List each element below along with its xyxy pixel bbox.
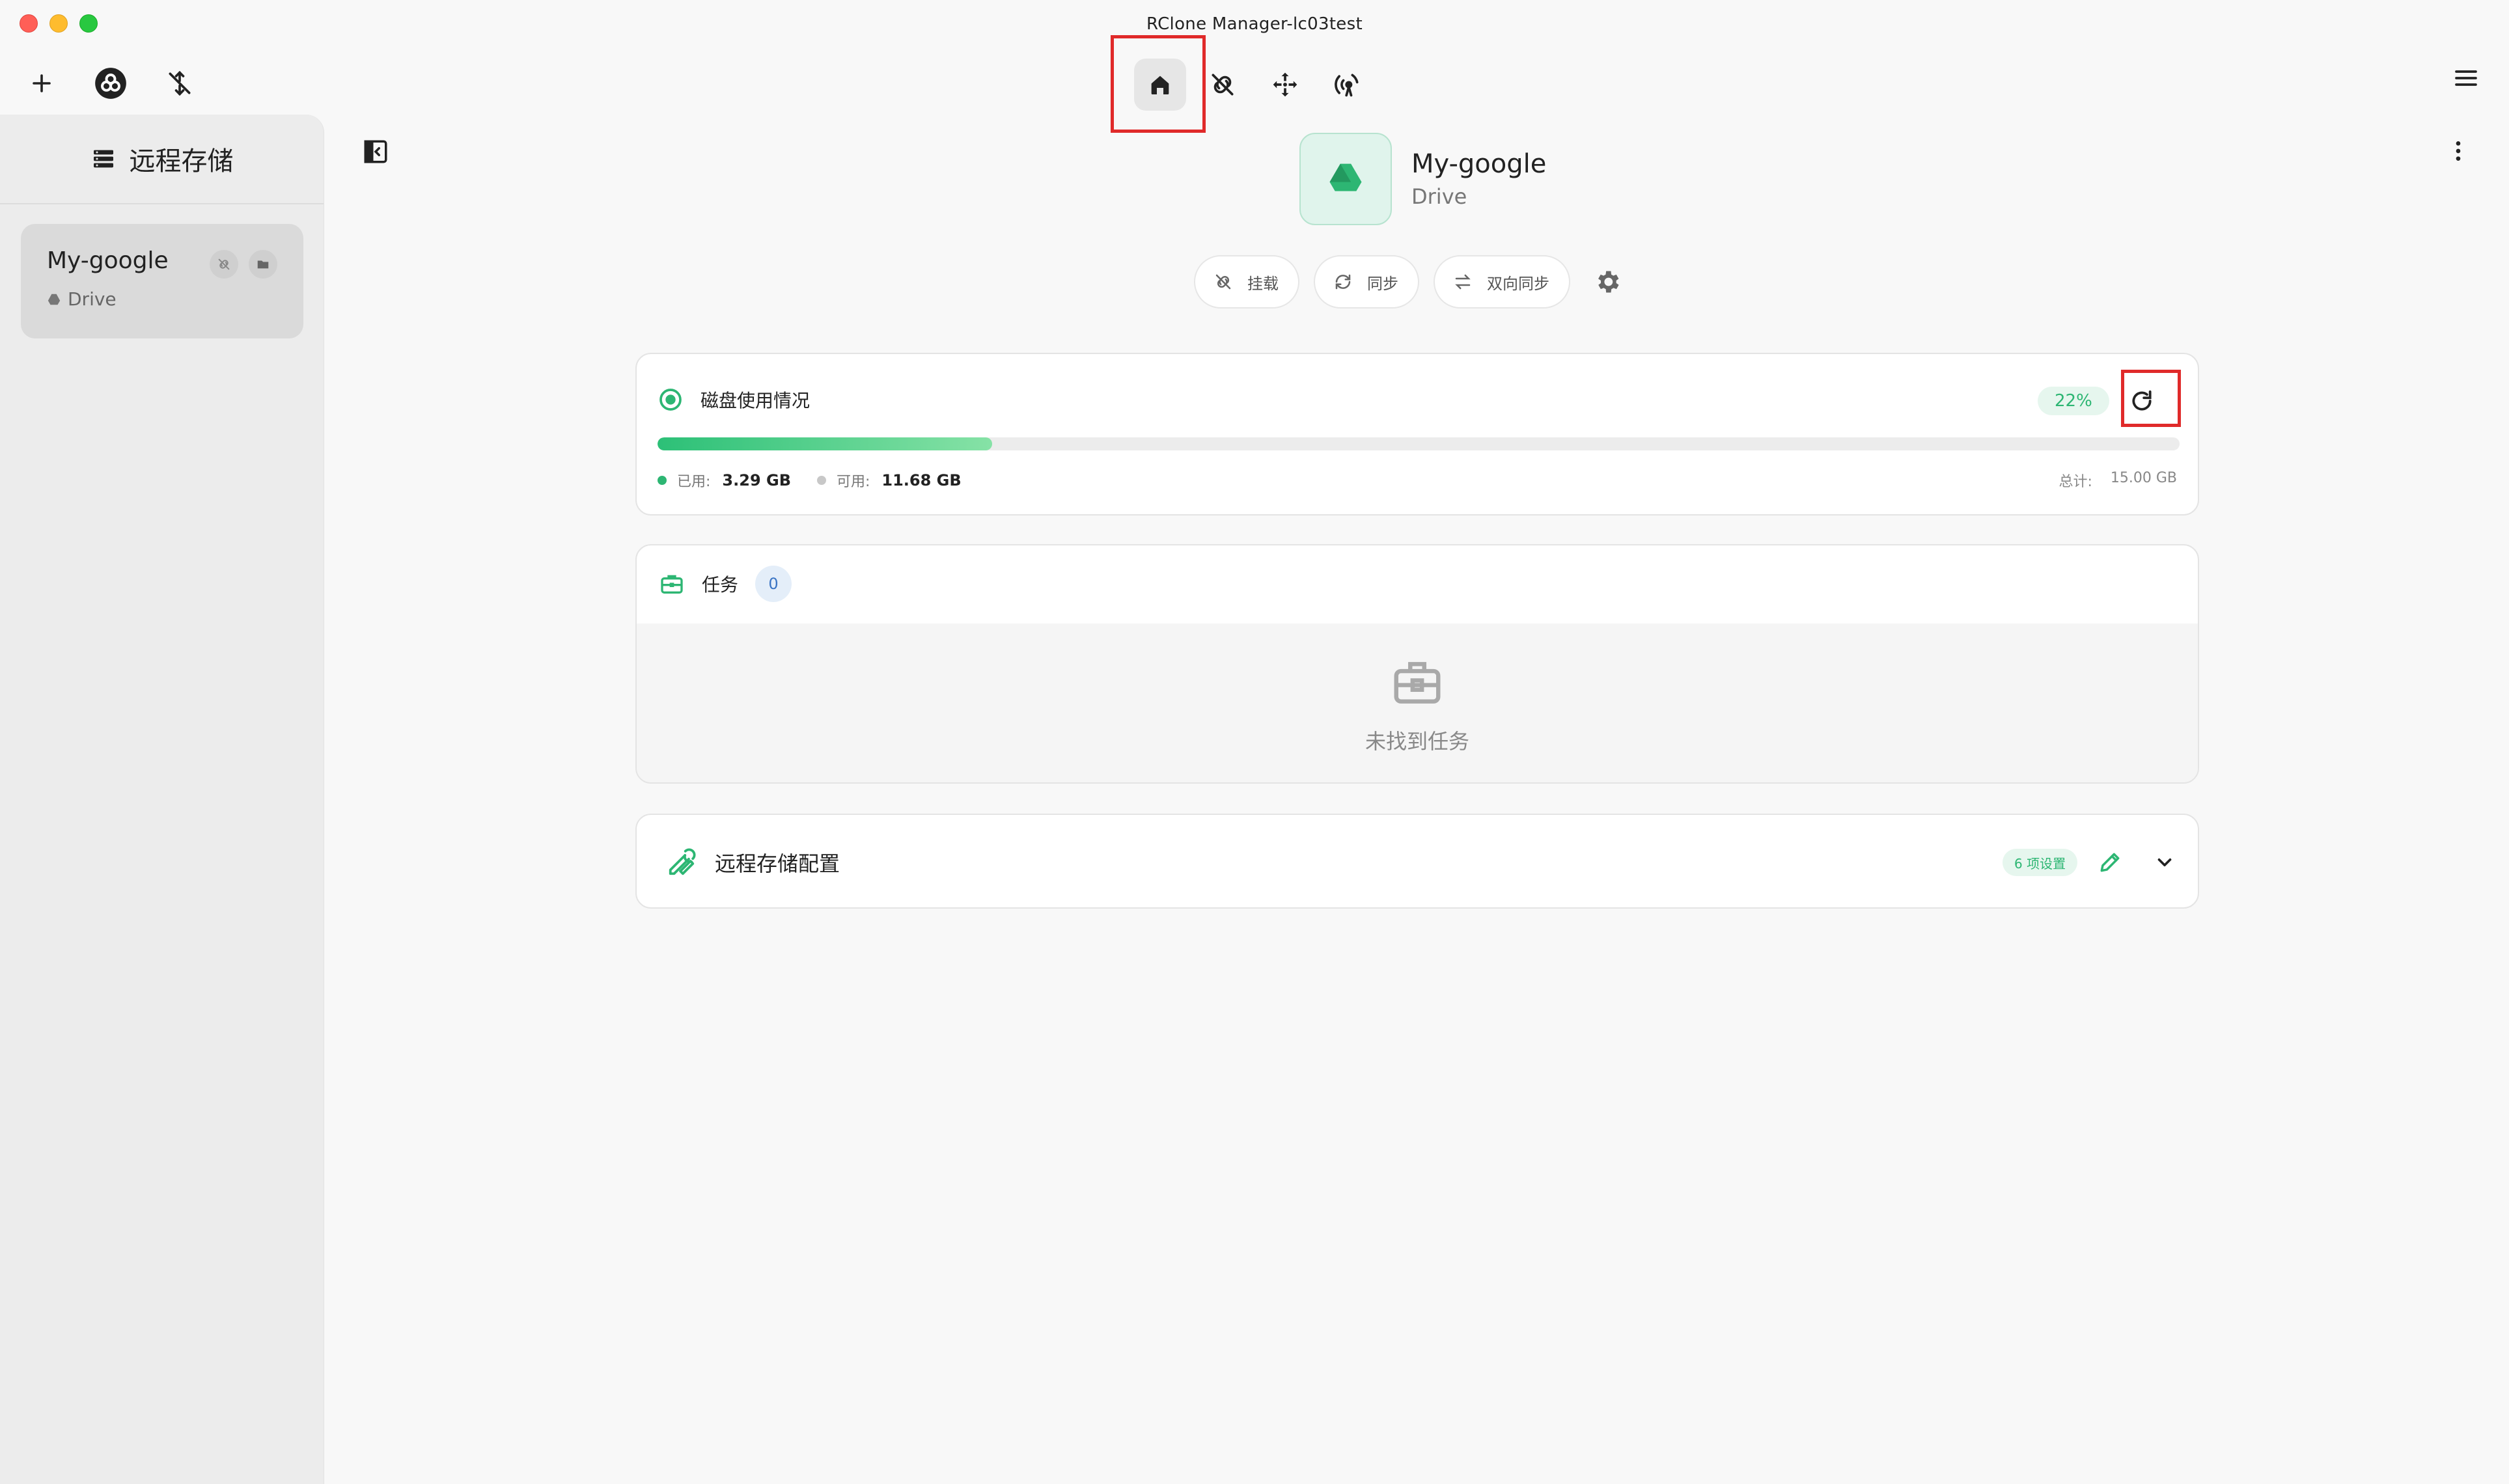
bisync-icon bbox=[1455, 274, 1471, 290]
mount-button-label: 挂载 bbox=[1247, 274, 1279, 293]
disk-usage-header: 磁盘使用情况 bbox=[658, 387, 810, 413]
mount-icon bbox=[1212, 74, 1234, 96]
storage-list-icon bbox=[93, 150, 113, 168]
config-count-badge: 6 项设置 bbox=[2003, 849, 2078, 876]
remote-name: My-google bbox=[1411, 149, 1547, 179]
refresh-icon bbox=[2132, 390, 2152, 411]
sync-icon bbox=[1335, 274, 1351, 290]
disk-usage-card: 磁盘使用情况 22% 已用: 3.29 GB 可用: 11.68 GB 总计: … bbox=[635, 353, 2199, 515]
plus-icon bbox=[33, 74, 51, 92]
disconnect-button[interactable] bbox=[161, 65, 198, 102]
briefcase-icon bbox=[661, 575, 683, 594]
remote-settings-button[interactable] bbox=[1585, 259, 1630, 305]
free-value: 11.68 GB bbox=[881, 471, 962, 489]
total-label: 总计: bbox=[2058, 474, 2092, 490]
sidebar-title: 远程存储 bbox=[129, 146, 234, 176]
sidebar: 远程存储 My-google Drive bbox=[0, 115, 324, 1484]
chevron-down-icon bbox=[2157, 858, 2172, 867]
disconnect-icon bbox=[169, 70, 191, 96]
move-icon bbox=[1273, 72, 1297, 97]
sync-button-label: 同步 bbox=[1367, 274, 1398, 293]
remote-config-header: 远程存储配置 bbox=[667, 847, 840, 877]
mount-icon bbox=[1215, 274, 1231, 290]
sidebar-collapse-icon bbox=[364, 140, 387, 163]
sync-button[interactable]: 同步 bbox=[1314, 255, 1419, 309]
expand-config-button[interactable] bbox=[2147, 845, 2182, 880]
hamburger-menu-icon bbox=[2455, 70, 2477, 86]
remote-config-card[interactable]: 远程存储配置 6 项设置 bbox=[635, 814, 2199, 909]
free-label: 可用: bbox=[836, 474, 870, 490]
disk-usage-icon bbox=[659, 389, 682, 411]
toggle-sidebar-button[interactable] bbox=[362, 138, 389, 168]
window-title: RClone Manager-lc03test bbox=[1146, 14, 1363, 34]
tasks-empty-state: 未找到任务 bbox=[637, 624, 2198, 782]
tasks-count-badge: 0 bbox=[755, 566, 792, 602]
nav-home-tab[interactable] bbox=[1134, 59, 1186, 111]
pencil-icon bbox=[2100, 853, 2120, 872]
bisync-button[interactable]: 双向同步 bbox=[1434, 255, 1570, 309]
home-icon bbox=[1151, 76, 1169, 94]
disk-usage-title: 磁盘使用情况 bbox=[700, 390, 811, 411]
nav-serve-tab[interactable] bbox=[1322, 59, 1374, 111]
sidebar-header: 远程存储 bbox=[0, 115, 324, 204]
sidebar-item-my-google[interactable]: My-google Drive bbox=[21, 224, 303, 338]
disk-usage-bar-fill bbox=[658, 437, 993, 450]
disk-usage-stats: 已用: 3.29 GB 可用: 11.68 GB bbox=[658, 470, 962, 491]
remote-item-type-label: Drive bbox=[68, 288, 117, 310]
mount-icon bbox=[218, 258, 230, 270]
browse-status-chip[interactable] bbox=[249, 250, 277, 279]
google-drive-icon bbox=[48, 294, 61, 305]
bisync-button-label: 双向同步 bbox=[1487, 274, 1549, 293]
remote-config-title: 远程存储配置 bbox=[715, 851, 840, 876]
mount-status-chip[interactable] bbox=[210, 250, 238, 279]
used-label: 已用: bbox=[677, 474, 711, 490]
toolbar-left bbox=[23, 65, 198, 102]
tasks-title: 任务 bbox=[702, 574, 739, 596]
rclone-button[interactable] bbox=[92, 65, 129, 102]
remote-header: My-google Drive bbox=[1299, 133, 1546, 225]
tasks-header: 任务 0 bbox=[637, 545, 2198, 622]
remote-logo bbox=[1299, 133, 1392, 225]
remote-item-status bbox=[210, 250, 277, 279]
more-options-button[interactable] bbox=[2445, 138, 2471, 167]
remote-header-text: My-google Drive bbox=[1411, 149, 1546, 209]
main-nav bbox=[1134, 59, 1374, 111]
rclone-logo-icon bbox=[95, 68, 126, 99]
more-vertical-icon bbox=[2456, 141, 2461, 161]
nav-move-tab[interactable] bbox=[1259, 59, 1311, 111]
nav-mount-tab[interactable] bbox=[1197, 59, 1249, 111]
disk-usage-percent: 22% bbox=[2038, 387, 2109, 415]
used-value: 3.29 GB bbox=[722, 471, 791, 489]
menu-button[interactable] bbox=[2453, 65, 2479, 94]
gear-icon bbox=[1598, 271, 1619, 293]
free-legend-dot bbox=[816, 476, 826, 485]
wrench-icon bbox=[669, 848, 696, 875]
remote-actions: 挂载 同步 双向同步 bbox=[1194, 255, 1630, 309]
edit-config-button[interactable] bbox=[2092, 845, 2128, 880]
briefcase-icon bbox=[1394, 662, 1441, 704]
serve-icon bbox=[1335, 74, 1359, 97]
tasks-empty-message: 未找到任务 bbox=[1365, 729, 1469, 754]
total-value: 15.00 GB bbox=[2110, 470, 2177, 486]
app-window: RClone Manager-lc03test 远程存储 My-google D… bbox=[0, 0, 2509, 1484]
remote-item-type: Drive bbox=[47, 288, 277, 310]
google-drive-icon bbox=[1329, 163, 1362, 191]
disk-usage-bar bbox=[658, 437, 2180, 450]
tasks-card: 任务 0 未找到任务 bbox=[635, 544, 2199, 784]
disk-total: 总计: 15.00 GB bbox=[2058, 470, 2177, 491]
used-legend-dot bbox=[658, 476, 667, 485]
add-remote-button[interactable] bbox=[23, 65, 60, 102]
refresh-disk-usage-button[interactable] bbox=[2124, 383, 2160, 419]
folder-icon bbox=[257, 260, 269, 269]
remote-type: Drive bbox=[1411, 184, 1467, 209]
mount-button[interactable]: 挂载 bbox=[1194, 255, 1299, 309]
